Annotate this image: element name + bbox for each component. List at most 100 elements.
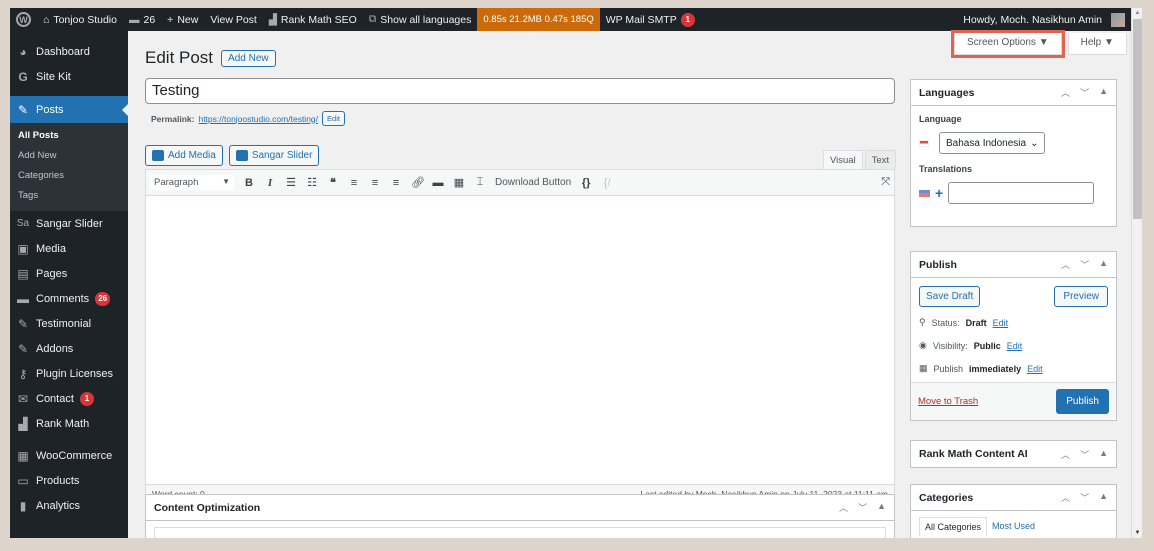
move-up-icon[interactable]: ︿ — [1061, 258, 1070, 271]
wp-logo-menu[interactable]: W — [10, 8, 37, 31]
add-new-button[interactable]: Add New — [221, 49, 276, 67]
scrollbar-thumb[interactable] — [1133, 19, 1142, 219]
sidebar-item-media[interactable]: ▣ Media — [10, 236, 128, 261]
rank-math-menu[interactable]: ▟ Rank Math SEO — [263, 8, 363, 31]
sidebar-item-comments[interactable]: ▬ Comments 26 — [10, 286, 128, 311]
move-up-icon[interactable]: ︿ — [1061, 86, 1070, 99]
languages-header[interactable]: Languages ︿ ﹀ ▲ — [911, 80, 1116, 106]
permalink-link[interactable]: https://tonjoostudio.com/testing/ — [198, 114, 318, 124]
page-break-icon[interactable]: ⌶ — [474, 176, 486, 189]
submenu-add-new[interactable]: Add New — [10, 147, 128, 167]
sidebar-item-addons[interactable]: ✎ Addons — [10, 336, 128, 361]
main-content: Screen Options ▼ Help ▼ Edit Post Add Ne… — [128, 30, 1131, 538]
wp-admin-screen: W ⌂ Tonjoo Studio ▬ 26 + New View Post ▟ Ran… — [10, 8, 1142, 538]
site-name-link[interactable]: ⌂ Tonjoo Studio — [37, 8, 123, 31]
sidebar-item-woocommerce[interactable]: ▦ WooCommerce — [10, 443, 128, 468]
sidebar-item-sangar-slider[interactable]: Sa Sangar Slider — [10, 211, 128, 236]
align-left-icon[interactable]: ≡ — [348, 177, 360, 189]
language-select[interactable]: Bahasa Indonesia ⌄ — [939, 132, 1046, 154]
submenu-categories[interactable]: Categories — [10, 167, 128, 187]
page-scrollbar[interactable]: ▲ ▼ — [1131, 8, 1142, 538]
preview-button[interactable]: Preview — [1054, 286, 1108, 307]
link-icon[interactable]: 🔗︎ — [411, 176, 425, 189]
sidebar-item-plugin-licenses[interactable]: ⚷ Plugin Licenses — [10, 361, 128, 386]
sidebar-item-pages[interactable]: ▤ Pages — [10, 261, 128, 286]
permalink-edit-button[interactable]: Edit — [322, 111, 345, 126]
fullscreen-icon[interactable]: ⤧ — [881, 176, 890, 189]
translations-label: Translations — [919, 164, 973, 174]
numbered-list-icon[interactable]: ☷ — [306, 176, 318, 189]
move-down-icon[interactable]: ﹀ — [1080, 491, 1089, 504]
submenu-all-posts[interactable]: All Posts — [10, 127, 128, 147]
bullet-list-icon[interactable]: ☰ — [285, 176, 297, 189]
post-title-input[interactable]: Testing — [145, 78, 895, 104]
sidebar-item-contact[interactable]: ✉ Contact 1 — [10, 386, 128, 411]
move-down-icon[interactable]: ﹀ — [858, 501, 867, 514]
add-translation-icon[interactable]: + — [935, 185, 943, 201]
edit-schedule-link[interactable]: Edit — [1027, 364, 1043, 374]
move-down-icon[interactable]: ﹀ — [1080, 448, 1089, 461]
scroll-down-arrow-icon[interactable]: ▼ — [1132, 528, 1142, 538]
help-button[interactable]: Help ▼ — [1067, 33, 1127, 55]
editor-content-area[interactable] — [146, 196, 894, 484]
new-content-menu[interactable]: + New — [161, 8, 204, 31]
tab-all-categories[interactable]: All Categories — [919, 517, 988, 536]
tab-most-used[interactable]: Most Used — [987, 517, 1040, 536]
align-right-icon[interactable]: ≡ — [390, 177, 402, 189]
toolbar-toggle-icon[interactable]: ▦ — [453, 176, 465, 189]
status-row: ⚲ Status: Draft Edit — [919, 317, 1009, 328]
publish-header[interactable]: Publish ︿ ﹀ ▲ — [911, 252, 1116, 278]
bold-icon[interactable]: B — [243, 177, 255, 189]
sidebar-item-rank-math[interactable]: ▟ Rank Math — [10, 411, 128, 436]
submenu-tags[interactable]: Tags — [10, 187, 128, 207]
sidebar-item-analytics[interactable]: ▮ Analytics — [10, 493, 128, 518]
wp-mail-smtp-menu[interactable]: WP Mail SMTP 1 — [600, 8, 701, 31]
sidebar-item-testimonial[interactable]: ✎ Testimonial — [10, 311, 128, 336]
query-monitor-menu[interactable]: 0.85s 21.2MB 0.47s 185Q — [477, 8, 600, 31]
collapse-icon[interactable]: ▲ — [1099, 258, 1108, 271]
home-icon: ⌂ — [43, 13, 50, 26]
comments-link[interactable]: ▬ 26 — [123, 8, 161, 31]
code-edit-icon[interactable]: {/ — [601, 177, 613, 189]
move-down-icon[interactable]: ﹀ — [1080, 258, 1089, 271]
shortcode-icon[interactable]: {} — [580, 177, 592, 189]
publish-button[interactable]: Publish — [1056, 389, 1109, 414]
sidebar-item-site-kit[interactable]: G Site Kit — [10, 64, 128, 89]
page-title: Edit Post — [145, 48, 214, 67]
screen-options-button[interactable]: Screen Options ▼ — [951, 30, 1065, 58]
sidebar-item-posts[interactable]: ✎ Posts — [10, 96, 128, 123]
collapse-icon[interactable]: ▲ — [1099, 86, 1108, 99]
key-icon: ⚷ — [18, 366, 28, 381]
translation-input[interactable] — [948, 182, 1095, 204]
collapse-icon[interactable]: ▲ — [1099, 491, 1108, 504]
move-up-icon[interactable]: ︿ — [839, 501, 848, 514]
tab-visual[interactable]: Visual — [823, 150, 863, 169]
view-post-link[interactable]: View Post — [204, 8, 263, 31]
sidebar-item-dashboard[interactable]: ◕ Dashboard — [10, 39, 128, 64]
format-select[interactable]: Paragraph ▼ — [150, 175, 234, 190]
tab-text[interactable]: Text — [864, 150, 897, 169]
collapse-icon[interactable]: ▲ — [1099, 448, 1108, 461]
sangar-slider-button[interactable]: Sangar Slider — [228, 145, 320, 166]
rank-math-header[interactable]: Rank Math Content AI ︿ ﹀ ▲ — [911, 441, 1116, 467]
add-media-button[interactable]: Add Media — [145, 145, 223, 166]
collapse-icon[interactable]: ▲ — [877, 501, 886, 514]
move-down-icon[interactable]: ﹀ — [1080, 86, 1089, 99]
categories-header[interactable]: Categories ︿ ﹀ ▲ — [911, 485, 1116, 511]
align-center-icon[interactable]: ≡ — [369, 177, 381, 189]
move-up-icon[interactable]: ︿ — [1061, 491, 1070, 504]
save-draft-button[interactable]: Save Draft — [919, 286, 981, 307]
download-button-tool[interactable]: Download Button — [495, 177, 571, 188]
edit-status-link[interactable]: Edit — [993, 318, 1009, 328]
my-account-menu[interactable]: Howdy, Moch. Nasikhun Amin — [957, 8, 1131, 31]
content-optimization-header[interactable]: Content Optimization ︿ ﹀ ▲ — [146, 495, 894, 521]
move-up-icon[interactable]: ︿ — [1061, 448, 1070, 461]
languages-menu[interactable]: ⧉ Show all languages — [363, 8, 478, 31]
move-to-trash-link[interactable]: Move to Trash — [918, 396, 978, 407]
blockquote-icon[interactable]: ❝ — [327, 176, 339, 189]
edit-visibility-link[interactable]: Edit — [1007, 341, 1023, 351]
sidebar-item-products[interactable]: ▭ Products — [10, 468, 128, 493]
italic-icon[interactable]: I — [264, 177, 276, 189]
scroll-up-arrow-icon[interactable]: ▲ — [1132, 8, 1142, 18]
read-more-icon[interactable]: ▬ — [432, 177, 444, 189]
